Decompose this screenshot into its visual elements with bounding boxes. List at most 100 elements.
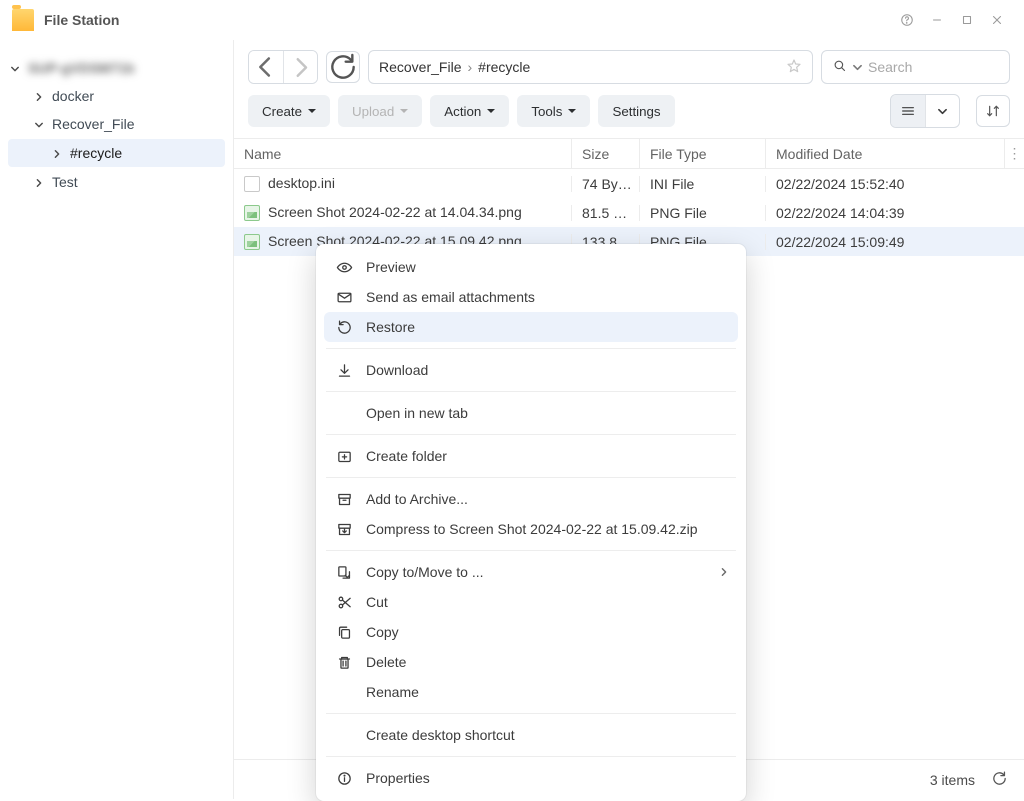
sort-button[interactable] [976,95,1010,127]
search-field[interactable] [821,50,1010,84]
toolbar-nav: Recover_File › #recycle [234,40,1024,90]
cell-name: Screen Shot 2024-02-22 at 14.04.34.png [234,204,571,221]
list-view-icon[interactable] [891,95,925,127]
copy-icon [334,622,354,642]
menu-separator [326,713,736,714]
app-folder-icon [12,9,34,31]
app-title: File Station [44,12,119,28]
cell-modified: 02/22/2024 15:09:49 [765,234,1024,250]
sidebar-item[interactable]: #recycle [8,139,225,167]
menu-desktop-shortcut[interactable]: Create desktop shortcut [324,720,738,750]
menu-copy-move[interactable]: Copy to/Move to ... [324,557,738,587]
sidebar: SUP-gVDSM71b docker Recover_File #recycle T… [0,40,234,799]
col-name[interactable]: Name [234,139,571,168]
upload-button[interactable]: Upload [338,95,422,127]
sidebar-item[interactable]: Recover_File [0,110,233,138]
column-options-icon[interactable]: ⋮ [1004,139,1024,168]
menu-open-new-tab[interactable]: Open in new tab [324,398,738,428]
star-icon[interactable] [786,58,802,77]
menu-send-email[interactable]: Send as email attachments [324,282,738,312]
help-icon[interactable] [892,5,922,35]
chevron-down-icon[interactable] [8,60,22,76]
menu-create-folder[interactable]: Create folder [324,441,738,471]
close-icon[interactable] [982,5,1012,35]
menu-properties[interactable]: Properties [324,763,738,793]
scissors-icon [334,592,354,612]
refresh-button[interactable] [326,51,360,83]
menu-download[interactable]: Download [324,355,738,385]
menu-compress-to[interactable]: Compress to Screen Shot 2024-02-22 at 15… [324,514,738,544]
cell-modified: 02/22/2024 14:04:39 [765,205,1024,221]
minimize-icon[interactable] [922,5,952,35]
tree-root-label: SUP-gVDSM71b [28,60,135,76]
maximize-icon[interactable] [952,5,982,35]
breadcrumb-separator: › [467,59,472,75]
action-button[interactable]: Action [430,95,509,127]
caret-down-icon [400,109,408,117]
cell-name: desktop.ini [234,175,571,192]
cell-size: 74 By… [571,176,639,192]
menu-separator [326,434,736,435]
back-button[interactable] [249,51,283,83]
menu-delete[interactable]: Delete [324,647,738,677]
breadcrumb-segment[interactable]: #recycle [478,59,530,75]
nav-group [248,50,318,84]
cell-type: INI File [639,176,765,192]
folder-plus-icon [334,446,354,466]
sidebar-item[interactable]: docker [0,82,233,110]
cell-type: PNG File [639,205,765,221]
eye-icon [334,257,354,277]
menu-copy[interactable]: Copy [324,617,738,647]
search-input[interactable] [868,59,999,75]
menu-preview[interactable]: Preview [324,252,738,282]
menu-separator [326,348,736,349]
path-field[interactable]: Recover_File › #recycle [368,50,813,84]
chevron-right-icon[interactable] [32,88,46,104]
context-menu: Preview Send as email attachments Restor… [316,244,746,801]
chevron-right-icon [720,564,728,580]
chevron-right-icon[interactable] [50,145,64,161]
titlebar: File Station [0,0,1024,40]
breadcrumb-segment[interactable]: Recover_File [379,59,461,75]
archive-down-icon [334,519,354,539]
sidebar-item[interactable]: Test [0,168,233,196]
sidebar-item-label: Test [52,174,78,190]
col-size[interactable]: Size [571,139,639,168]
view-mode-dropdown[interactable] [925,95,959,127]
caret-down-icon [568,109,576,117]
cell-modified: 02/22/2024 15:52:40 [765,176,1024,192]
create-button[interactable]: Create [248,95,330,127]
file-icon [244,176,260,192]
download-icon [334,360,354,380]
sidebar-item-label: #recycle [70,145,122,161]
image-file-icon [244,234,260,250]
menu-cut[interactable]: Cut [324,587,738,617]
cell-size: 81.5 … [571,205,639,221]
view-mode-split [890,94,960,128]
restore-icon [334,317,354,337]
col-type[interactable]: File Type [639,139,765,168]
menu-add-archive[interactable]: Add to Archive... [324,484,738,514]
chevron-down-icon[interactable] [32,116,46,132]
move-icon [334,562,354,582]
refresh-icon[interactable] [991,770,1008,790]
toolbar-actions: Create Upload Action Tools Settings [234,90,1024,138]
table-row[interactable]: desktop.ini74 By…INI File02/22/2024 15:5… [234,169,1024,198]
chevron-right-icon[interactable] [32,174,46,190]
table-row[interactable]: Screen Shot 2024-02-22 at 14.04.34.png81… [234,198,1024,227]
caret-down-icon [487,109,495,117]
sidebar-item-label: docker [52,88,94,104]
item-count: 3 items [930,772,975,788]
chevron-down-icon[interactable] [853,59,862,75]
menu-rename[interactable]: Rename [324,677,738,707]
info-icon [334,768,354,788]
menu-restore[interactable]: Restore [324,312,738,342]
mail-icon [334,287,354,307]
tree-root[interactable]: SUP-gVDSM71b [0,54,233,82]
settings-button[interactable]: Settings [598,95,674,127]
col-modified[interactable]: Modified Date [765,139,1004,168]
image-file-icon [244,205,260,221]
forward-button[interactable] [283,51,317,83]
trash-icon [334,652,354,672]
tools-button[interactable]: Tools [517,95,590,127]
